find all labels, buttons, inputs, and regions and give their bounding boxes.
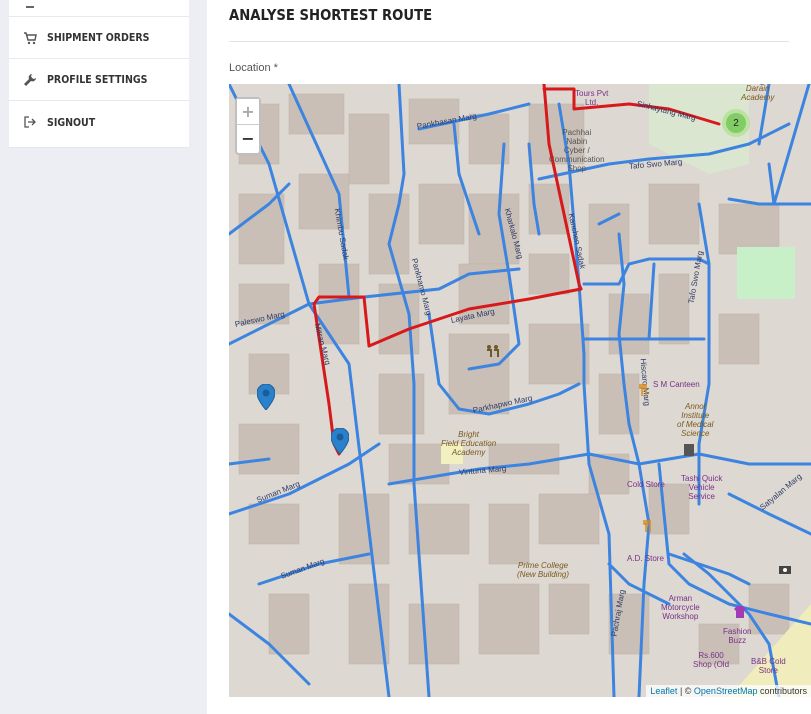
hospital-icon: [684, 444, 694, 456]
poi-label: Fashion Buzz: [723, 627, 752, 645]
school-icon: [487, 345, 499, 357]
leaflet-link[interactable]: Leaflet: [650, 686, 677, 696]
poi-label: Arman Motorcycle Workshop: [661, 594, 700, 621]
poi-label: A.D. Store: [627, 554, 664, 563]
zoom-in-button[interactable]: +: [237, 99, 259, 125]
location-pin-icon[interactable]: [331, 428, 349, 454]
poi-label: S M Canteen: [653, 380, 700, 389]
poi-label: Rs.600 Shop (Old: [693, 651, 730, 669]
zoom-out-button[interactable]: −: [237, 125, 259, 151]
attribution-separator: | ©: [677, 686, 694, 696]
osm-link[interactable]: OpenStreetMap: [694, 686, 758, 696]
sidebar-item-partial[interactable]: [9, 0, 189, 17]
sidebar-item-signout[interactable]: SIGNOUT: [9, 101, 189, 143]
main-panel: ANALYSE SHORTEST ROUTE Location * + − Si…: [207, 0, 811, 714]
sidebar-item-label: SIGNOUT: [47, 115, 96, 129]
sidebar: SHIPMENT ORDERS PROFILE SETTINGS SIGNOUT: [9, 0, 189, 148]
cafe-icon: [643, 520, 651, 532]
camera-icon: [779, 566, 791, 574]
map-tiles[interactable]: [229, 84, 811, 697]
poi-label: Bright Field Education Academy: [441, 430, 497, 457]
poi-label: Tashi Quick Vehicle Service: [681, 474, 723, 501]
poi-label: Darain Academy: [741, 84, 775, 102]
sidebar-item-label: PROFILE SETTINGS: [47, 73, 148, 86]
route-map[interactable]: + − Sinhaytang Marg Pankhasan Marg Tafo …: [229, 84, 811, 697]
signout-icon: [23, 115, 37, 129]
location-label: Location *: [229, 62, 278, 74]
poi-label: Prime College (New Building): [517, 561, 570, 579]
sidebar-item-shipment-orders[interactable]: SHIPMENT ORDERS: [9, 17, 189, 59]
divider: [229, 41, 789, 42]
sidebar-item-label: SHIPMENT ORDERS: [47, 31, 150, 44]
sidebar-item-profile-settings[interactable]: PROFILE SETTINGS: [9, 59, 189, 101]
attribution-tail: contributors: [757, 686, 807, 696]
poi-label: Cold Store: [627, 480, 665, 489]
wrench-icon: [23, 73, 37, 87]
map-attribution: Leaflet | © OpenStreetMap contributors: [646, 685, 811, 697]
page-title: ANALYSE SHORTEST ROUTE: [229, 6, 433, 24]
location-pin-icon[interactable]: [257, 384, 275, 410]
marker-cluster[interactable]: 2: [722, 109, 750, 137]
restaurant-icon: [639, 384, 647, 396]
cart-icon: [23, 31, 37, 45]
poi-label: Pachhai Nabin Cyber / Communication Shop: [549, 128, 605, 173]
poi-label: Annol Institute of Medical Science: [677, 402, 714, 438]
clothes-icon: [734, 606, 746, 618]
zoom-control: + −: [235, 97, 261, 155]
poi-label: Tours Pvt Ltd.: [575, 89, 609, 107]
poi-label: B&B Cold Store: [751, 657, 786, 675]
cluster-count: 2: [726, 113, 746, 133]
partial-icon: [23, 1, 37, 15]
